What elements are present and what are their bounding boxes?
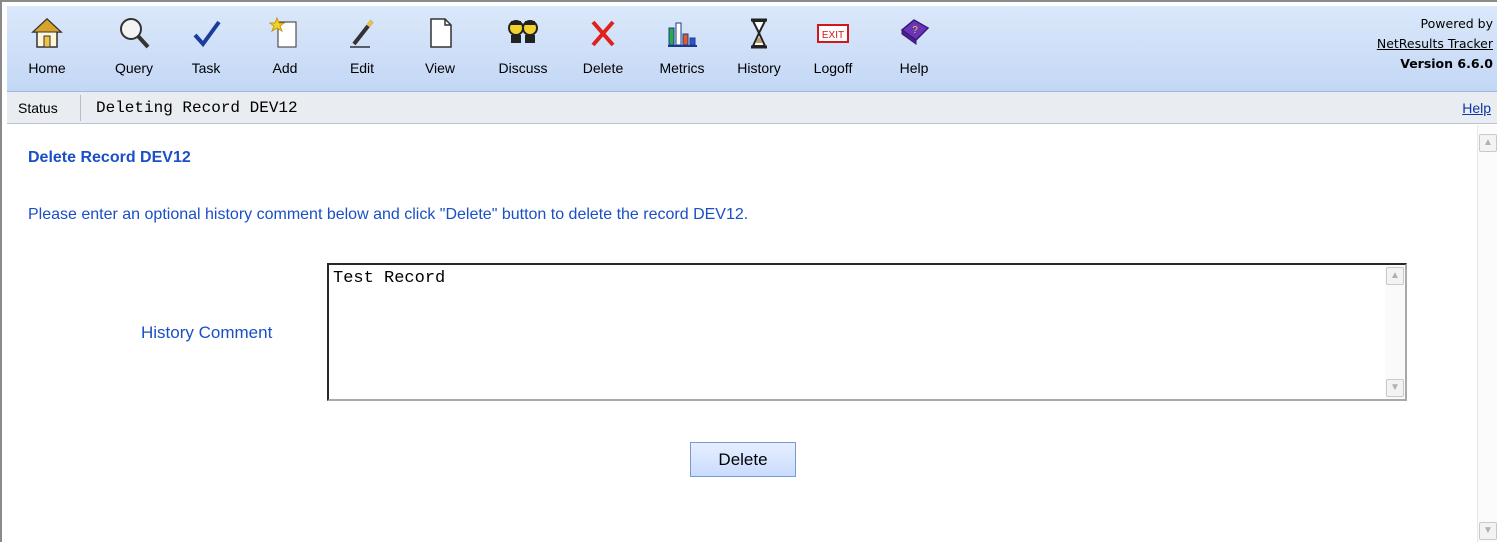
help-link[interactable]: Help [1462,100,1491,116]
help-book-icon: ? [900,19,930,45]
page-scrollbar[interactable]: ▲ ▼ [1477,125,1497,542]
view-button[interactable]: View [410,16,470,86]
help-toolbar-button[interactable]: ? Help [884,16,944,86]
scroll-down-button[interactable]: ▼ [1386,379,1404,397]
history-comment-label: History Comment [141,323,273,342]
powered-by-block: Powered by NetResults Tracker Version 6.… [1377,14,1493,74]
task-button[interactable]: Task [176,16,236,86]
status-divider [80,95,81,121]
discuss-button[interactable]: Discuss [493,16,553,86]
status-bar: Status Deleting Record DEV12 Help [7,92,1497,124]
add-button[interactable]: Add [255,16,315,86]
page-scroll-down-button[interactable]: ▼ [1479,522,1497,540]
metrics-button[interactable]: Metrics [652,16,712,86]
version-text: Version 6.6.0 [1400,56,1493,71]
scroll-up-button[interactable]: ▲ [1386,267,1404,285]
hourglass-icon [751,18,767,49]
logoff-label: Logoff [813,60,853,76]
status-label: Status [18,100,58,116]
powered-by-text: Powered by [1420,16,1493,31]
exit-sign-text: EXIT [822,30,844,41]
home-button[interactable]: Home [17,16,77,86]
magnifier-icon [120,18,150,49]
instruction-text: Please enter an optional history comment… [28,206,749,223]
discuss-label: Discuss [498,60,548,76]
svg-text:?: ? [912,25,918,36]
main-toolbar: Home Query Task Add Edit View Discuss De… [7,6,1497,92]
add-label: Add [272,60,298,76]
textarea-scrollbar[interactable]: ▲ ▼ [1385,265,1405,399]
history-label: History [737,60,781,76]
checkmark-icon [193,20,221,48]
new-document-icon [269,16,297,48]
page-title: Delete Record DEV12 [28,149,191,166]
help-toolbar-label: Help [899,60,929,76]
main-content: Delete Record DEV12 Please enter an opti… [7,125,1477,542]
delete-toolbar-label: Delete [582,60,624,76]
home-label: Home [28,60,66,76]
home-icon [31,17,63,48]
document-icon [430,18,452,48]
history-button[interactable]: History [729,16,789,86]
delete-toolbar-button[interactable]: Delete [573,16,633,86]
query-button[interactable]: Query [104,16,164,86]
people-icon [508,20,538,43]
red-x-icon [591,20,615,47]
metrics-label: Metrics [659,60,705,76]
edit-label: Edit [349,60,375,76]
exit-sign-icon: EXIT [817,24,849,43]
delete-button[interactable]: Delete [690,442,796,477]
history-comment-value: Test Record [333,269,446,288]
pencil-icon [350,19,374,48]
task-label: Task [191,60,221,76]
edit-button[interactable]: Edit [332,16,392,86]
history-comment-textarea[interactable]: Test Record ▲ ▼ [327,263,1407,401]
page-scroll-up-button[interactable]: ▲ [1479,134,1497,152]
product-link[interactable]: NetResults Tracker [1377,34,1493,54]
logoff-button[interactable]: EXIT Logoff [803,16,863,86]
status-message: Deleting Record DEV12 [96,99,298,117]
query-label: Query [114,60,154,76]
bar-chart-icon [668,22,697,47]
view-label: View [424,60,456,76]
